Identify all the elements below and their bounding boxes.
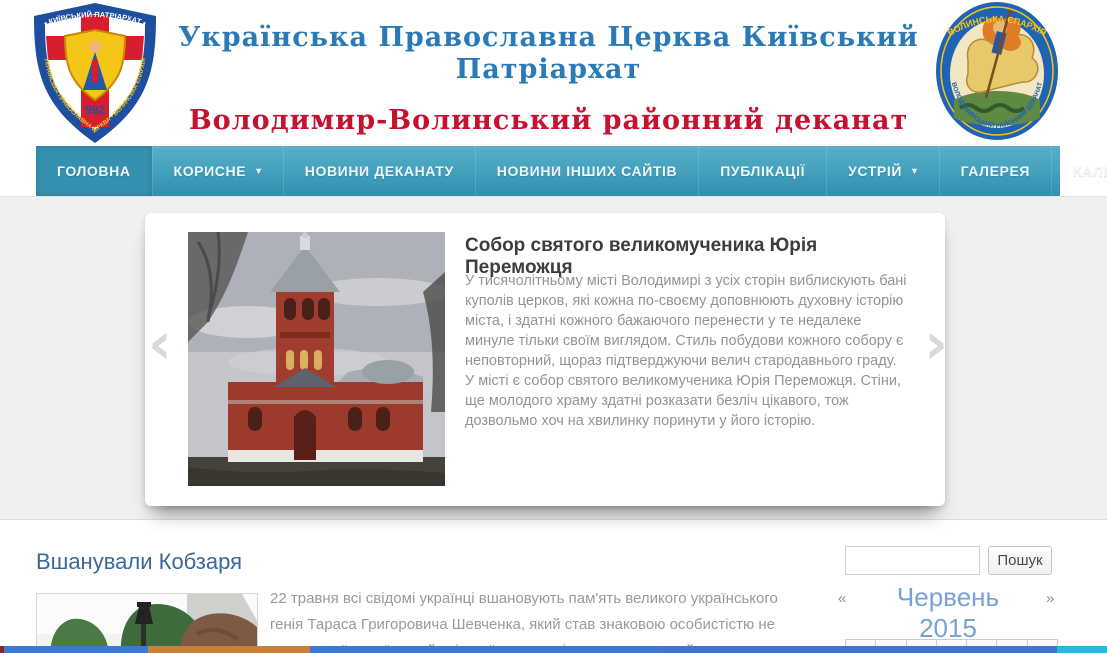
calendar-prev-month-icon[interactable]: « <box>838 590 846 607</box>
nav-item-label: ПУБЛІКАЦІЇ <box>720 163 805 179</box>
site-header: 992 • КИЇВСЬКИЙ ПАТРІАРХАТ • УКРАЇНСЬКА … <box>0 0 1107 146</box>
nav-item-label: КАЛЕНДАР <box>1073 163 1107 179</box>
nav-item-label: НОВИНИ ДЕКАНАТУ <box>305 163 454 179</box>
strip-segment <box>663 646 1057 653</box>
nav-item-useful[interactable]: КОРИСНЕ ▾ <box>152 146 283 196</box>
chevron-down-icon: ▾ <box>912 166 918 177</box>
search-button[interactable]: Пошук <box>988 546 1052 575</box>
bottom-scroll-strip[interactable] <box>0 646 1107 653</box>
nav-item-label: ГОЛОВНА <box>57 163 131 179</box>
emblem-year-label: 992 <box>85 103 105 117</box>
chevron-down-icon: ▾ <box>256 166 262 177</box>
site-title-line2: Володимир-Волинський районний деканат <box>170 105 927 137</box>
page-root: 992 • КИЇВСЬКИЙ ПАТРІАРХАТ • УКРАЇНСЬКА … <box>0 0 1107 653</box>
nav-item-structure[interactable]: УСТРІЙ ▾ <box>826 146 939 196</box>
nav-item-gallery[interactable]: ГАЛЕРЕЯ <box>939 146 1051 196</box>
slider-prev-arrow-icon[interactable]: ‹ <box>148 315 188 375</box>
strip-segment <box>1057 646 1107 653</box>
site-title-line1: Українська Православна Церква Київський … <box>170 22 927 87</box>
nav-item-label: УСТРІЙ <box>848 163 902 179</box>
right-deanery-emblem-logo: • ВОЛИНСЬКА ЄПАРХІЯ • ВОЛОДИМИРСЬКИЙ РАЙ… <box>934 0 1060 147</box>
left-church-emblem-logo: 992 • КИЇВСЬКИЙ ПАТРІАРХАТ • УКРАЇНСЬКА … <box>29 2 161 149</box>
nav-item-home[interactable]: ГОЛОВНА <box>36 146 152 196</box>
nav-item-other-sites-news[interactable]: НОВИНИ ІНШИХ САЙТІВ <box>475 146 698 196</box>
nav-item-label: НОВИНИ ІНШИХ САЙТІВ <box>497 163 677 179</box>
nav-item-deanery-news[interactable]: НОВИНИ ДЕКАНАТУ <box>283 146 475 196</box>
nav-item-label: ГАЛЕРЕЯ <box>961 163 1030 179</box>
strip-segment-thumb[interactable] <box>148 646 310 653</box>
strip-segment <box>310 646 663 653</box>
slider-card: Собор святого великомученика Юрія Перемо… <box>145 213 945 506</box>
nav-item-publications[interactable]: ПУБЛІКАЦІЇ <box>698 146 826 196</box>
calendar-next-month-icon[interactable]: » <box>1046 590 1054 607</box>
slider-section: Собор святого великомученика Юрія Перемо… <box>0 196 1107 520</box>
news-article-thumbnail[interactable] <box>36 593 258 653</box>
slide-church-photo <box>188 232 445 486</box>
nav-item-calendar[interactable]: КАЛЕНДАР <box>1051 146 1107 196</box>
strip-segment <box>4 646 148 653</box>
news-article-excerpt: 22 травня всі свідомі українці вшановуют… <box>270 586 815 653</box>
calendar-month-title: Червень 2015 <box>868 582 1028 644</box>
search-input[interactable] <box>845 546 980 575</box>
site-title-block: Українська Православна Церква Київський … <box>170 14 927 137</box>
news-article-title-link[interactable]: Вшанували Кобзаря <box>36 549 242 575</box>
nav-item-label: КОРИСНЕ <box>174 163 247 179</box>
slider-next-arrow-icon[interactable]: › <box>908 315 948 375</box>
slide-text: У тисячолітньому місті Володимирі з усіх… <box>465 271 909 431</box>
main-navigation: ГОЛОВНА КОРИСНЕ ▾ НОВИНИ ДЕКАНАТУ НОВИНИ… <box>36 146 1060 196</box>
